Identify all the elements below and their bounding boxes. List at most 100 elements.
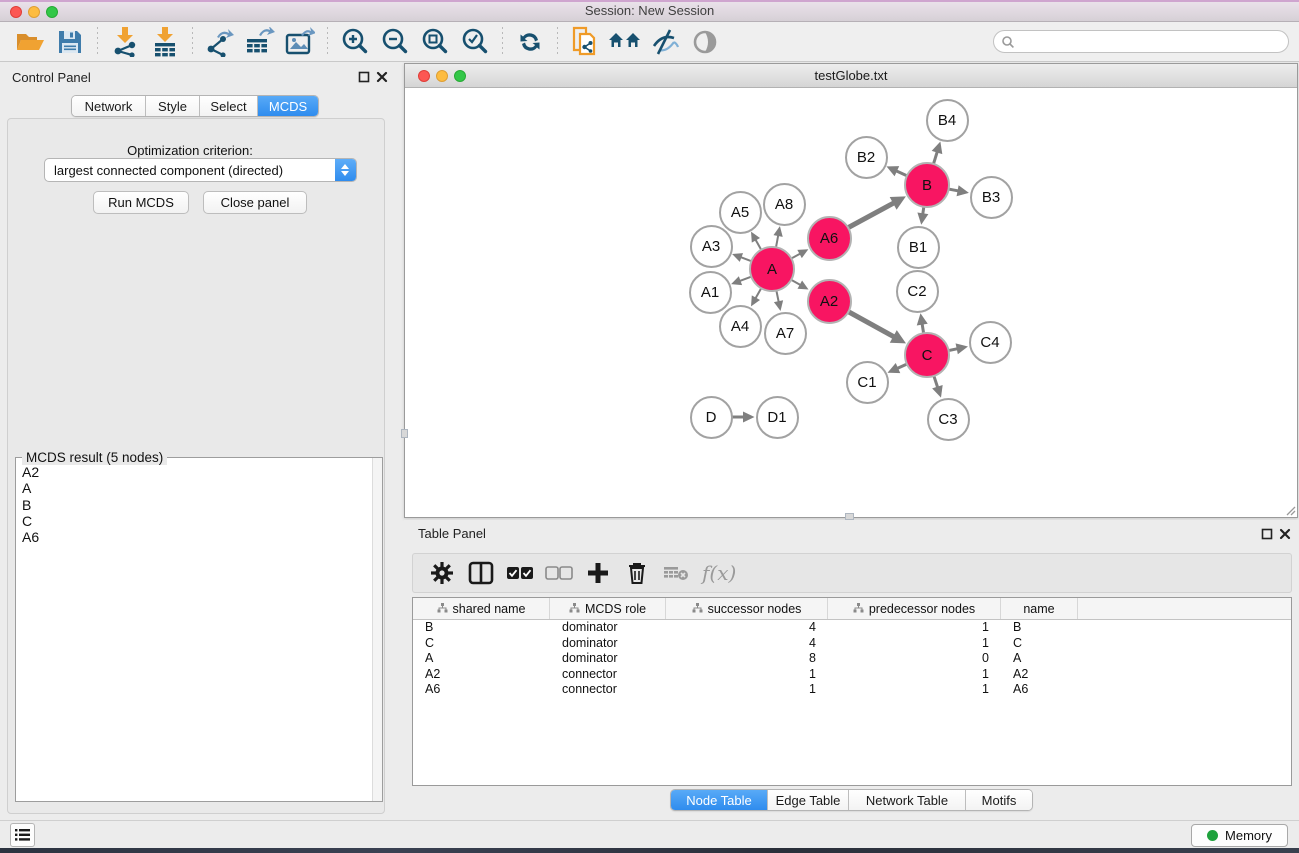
graph-node-A1[interactable]: A1 (689, 271, 732, 314)
graph-node-B[interactable]: B (904, 162, 950, 208)
zoom-fit-icon[interactable] (418, 26, 452, 58)
table-float-panel-icon[interactable] (1261, 528, 1273, 540)
result-list-item[interactable]: B (22, 497, 382, 513)
table-cell[interactable]: dominator (550, 620, 666, 636)
table-cell[interactable]: 1 (828, 667, 1001, 683)
graph-node-A7[interactable]: A7 (764, 312, 807, 355)
network-canvas[interactable]: B4B2BB3A8A5A6A3B1AA1C2A2A4A7C4CC1DD1C3 (405, 88, 1297, 517)
float-panel-icon[interactable] (358, 71, 370, 83)
table-cell[interactable]: 1 (828, 636, 1001, 652)
graph-node-A[interactable]: A (749, 246, 795, 292)
function-builder-icon[interactable]: f(x) (702, 561, 736, 585)
table-cell[interactable]: connector (550, 682, 666, 698)
graph-node-B2[interactable]: B2 (845, 136, 888, 179)
column-header-name[interactable]: name (1001, 598, 1078, 619)
table-row[interactable]: Cdominator41C (413, 636, 1291, 652)
table-cell[interactable]: C (1001, 636, 1078, 652)
column-header-predecessor-nodes[interactable]: predecessor nodes (828, 598, 1001, 619)
graph-node-B1[interactable]: B1 (897, 226, 940, 269)
add-column-icon[interactable] (583, 558, 613, 588)
table-row[interactable]: Adominator80A (413, 651, 1291, 667)
table-cell[interactable]: B (1001, 620, 1078, 636)
graph-node-C3[interactable]: C3 (927, 398, 970, 441)
result-list-scrollbar[interactable] (372, 458, 382, 801)
search-field[interactable] (993, 30, 1289, 53)
resize-grip-icon[interactable] (1284, 504, 1296, 516)
table-close-panel-icon[interactable] (1279, 528, 1291, 540)
table-cell[interactable]: A (413, 651, 550, 667)
show-all-icon[interactable] (688, 26, 722, 58)
deselect-all-rows-icon[interactable] (544, 558, 574, 588)
table-cell[interactable]: 1 (666, 682, 828, 698)
table-cell[interactable]: B (413, 620, 550, 636)
open-session-icon[interactable] (13, 26, 47, 58)
column-browser-icon[interactable] (466, 558, 496, 588)
graph-node-A6[interactable]: A6 (807, 216, 852, 261)
table-cell[interactable]: connector (550, 667, 666, 683)
result-list-item[interactable]: A6 (22, 529, 382, 545)
zoom-selected-icon[interactable] (458, 26, 492, 58)
first-neighbors-icon[interactable] (608, 26, 642, 58)
export-network-icon[interactable] (203, 26, 237, 58)
criterion-dropdown[interactable]: largest connected component (directed) (44, 158, 357, 182)
run-mcds-button[interactable]: Run MCDS (93, 191, 189, 214)
graph-node-A4[interactable]: A4 (719, 305, 762, 348)
search-input[interactable] (1015, 35, 1288, 49)
zoom-in-icon[interactable] (338, 26, 372, 58)
table-cell[interactable]: A6 (1001, 682, 1078, 698)
tab-mcds[interactable]: MCDS (258, 96, 318, 116)
table-cell[interactable]: A6 (413, 682, 550, 698)
graph-node-A5[interactable]: A5 (719, 191, 762, 234)
export-table-icon[interactable] (243, 26, 277, 58)
import-table-icon[interactable] (148, 26, 182, 58)
graph-node-C[interactable]: C (904, 332, 950, 378)
tab-select[interactable]: Select (200, 96, 258, 116)
delete-table-icon[interactable] (661, 558, 691, 588)
table-cell[interactable]: A (1001, 651, 1078, 667)
table-cell[interactable]: A2 (413, 667, 550, 683)
graph-node-C4[interactable]: C4 (969, 321, 1012, 364)
save-session-icon[interactable] (53, 26, 87, 58)
delete-column-icon[interactable] (622, 558, 652, 588)
table-cell[interactable]: 1 (828, 682, 1001, 698)
tab-network[interactable]: Network (72, 96, 146, 116)
column-header-successor-nodes[interactable]: successor nodes (666, 598, 828, 619)
result-list-item[interactable]: A2 (22, 464, 382, 480)
table-row[interactable]: A2connector11A2 (413, 667, 1291, 683)
tab-edge-table[interactable]: Edge Table (768, 790, 849, 810)
close-panel-button[interactable]: Close panel (203, 191, 307, 214)
gear-icon[interactable] (427, 558, 457, 588)
import-network-icon[interactable] (108, 26, 142, 58)
graph-node-C2[interactable]: C2 (896, 270, 939, 313)
memory-button[interactable]: Memory (1191, 824, 1288, 847)
graph-node-C1[interactable]: C1 (846, 361, 889, 404)
graph-node-B3[interactable]: B3 (970, 176, 1013, 219)
export-image-icon[interactable] (283, 26, 317, 58)
column-header-MCDS-role[interactable]: MCDS role (550, 598, 666, 619)
table-cell[interactable]: C (413, 636, 550, 652)
graph-node-D[interactable]: D (690, 396, 733, 439)
horizontal-splitter-handle[interactable] (845, 513, 854, 520)
new-network-from-selection-icon[interactable] (568, 26, 602, 58)
table-cell[interactable]: dominator (550, 651, 666, 667)
task-history-button[interactable] (10, 823, 35, 847)
table-row[interactable]: Bdominator41B (413, 620, 1291, 636)
graph-node-A3[interactable]: A3 (690, 225, 733, 268)
graph-node-D1[interactable]: D1 (756, 396, 799, 439)
table-cell[interactable]: A2 (1001, 667, 1078, 683)
tab-style[interactable]: Style (146, 96, 200, 116)
table-cell[interactable]: 4 (666, 620, 828, 636)
result-list-item[interactable]: C (22, 513, 382, 529)
hide-selected-icon[interactable] (648, 26, 682, 58)
table-cell[interactable]: 8 (666, 651, 828, 667)
zoom-out-icon[interactable] (378, 26, 412, 58)
table-cell[interactable]: 1 (666, 667, 828, 683)
close-panel-icon[interactable] (376, 71, 388, 83)
network-window-titlebar[interactable]: testGlobe.txt (405, 64, 1297, 88)
select-all-rows-icon[interactable] (505, 558, 535, 588)
table-cell[interactable]: 0 (828, 651, 1001, 667)
graph-node-A8[interactable]: A8 (763, 183, 806, 226)
tab-node-table[interactable]: Node Table (671, 790, 768, 810)
tab-network-table[interactable]: Network Table (849, 790, 966, 810)
table-cell[interactable]: 4 (666, 636, 828, 652)
